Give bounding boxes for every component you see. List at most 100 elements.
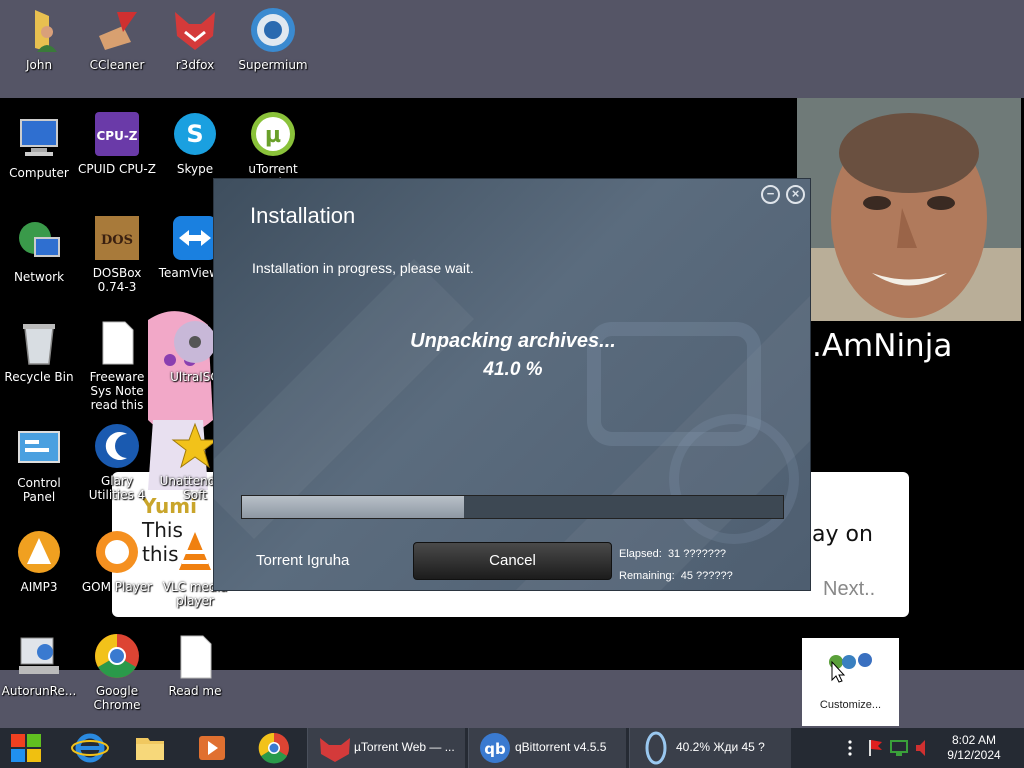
network-icon — [15, 218, 63, 266]
desktop-icon-aimp[interactable]: AIMP3 — [0, 528, 78, 594]
windows-logo-icon — [11, 734, 41, 762]
qbittorrent-icon: qb — [480, 733, 510, 763]
desktop-icon-label: Network — [13, 270, 65, 284]
user-folder-icon — [15, 6, 63, 54]
volume-icon — [916, 740, 925, 756]
show-hidden-icons-button[interactable] — [842, 728, 858, 768]
desktop-icon-recycle-bin[interactable]: Recycle Bin — [0, 318, 78, 384]
tray-volume[interactable] — [912, 728, 934, 768]
ultraiso-icon — [171, 318, 219, 366]
taskbar-pin-media[interactable] — [184, 728, 240, 768]
desktop-icon-gom[interactable]: GOM Player — [78, 528, 156, 594]
control-panel-icon — [15, 424, 63, 472]
r3dfox-icon — [320, 738, 350, 762]
desktop-icon-label: CPUID CPU-Z — [78, 162, 156, 176]
taskbar-task-utorrent[interactable]: µTorrent Web — ... — [307, 728, 465, 768]
next-button[interactable]: Next.. — [823, 578, 875, 601]
flag-icon — [869, 740, 882, 756]
svg-text:DOS: DOS — [101, 233, 133, 248]
taskbar-task-label: µTorrent Web — ... — [354, 740, 455, 754]
desktop-icon-network[interactable]: Network — [0, 218, 78, 284]
desktop-icon-label: Skype — [176, 162, 214, 176]
network-status-icon — [890, 740, 908, 756]
tray-network[interactable] — [888, 728, 910, 768]
desktop-icon-label: Freeware Sys Note read this — [89, 370, 145, 412]
desktop-icon-label: Google Chrome — [93, 684, 141, 712]
desktop-icon-label: Supermium — [238, 58, 308, 72]
taskbar-task-installer[interactable]: 40.2% Жди 45 ? — [629, 728, 791, 768]
taskbar-pin-explorer[interactable] — [122, 728, 178, 768]
taskbar-task-label: qBittorrent v4.5.5 — [515, 740, 607, 754]
more-icon — [848, 740, 852, 756]
computer-icon — [15, 114, 63, 162]
cancel-button[interactable]: Cancel — [413, 542, 612, 580]
start-button[interactable] — [0, 728, 54, 768]
svg-text:µ: µ — [265, 123, 281, 148]
installer-title: Installation — [250, 203, 356, 228]
desktop-icon-label: AutorunRe... — [1, 684, 77, 698]
desktop-icon-skype[interactable]: S Skype — [156, 110, 234, 176]
close-button[interactable]: × — [786, 185, 805, 204]
desktop-icon-r3dfox[interactable]: r3dfox — [156, 6, 234, 72]
desktop-icon-supermium[interactable]: Supermium — [234, 6, 312, 72]
taskbar-pin-chrome[interactable] — [246, 728, 302, 768]
desktop-icon-computer[interactable]: Computer — [0, 114, 78, 180]
installer-background-pattern — [214, 259, 810, 590]
progress-bar-fill — [242, 496, 464, 518]
dosbox-icon: DOS — [93, 214, 141, 262]
chrome-icon — [93, 632, 141, 680]
desktop-icon-label: CCleaner — [89, 58, 145, 72]
skype-icon: S — [171, 110, 219, 158]
desktop-icon-label: Control Panel — [17, 476, 61, 504]
cpuz-icon: CPU-Z — [93, 110, 141, 158]
desktop-icon-control-panel[interactable]: Control Panel — [0, 424, 78, 504]
document-icon — [93, 318, 141, 366]
tray-action-center[interactable] — [864, 728, 886, 768]
customize-link[interactable]: Customize... — [802, 699, 899, 711]
document-icon — [171, 632, 219, 680]
star-icon — [171, 422, 219, 470]
clock-time: 8:02 AM — [951, 733, 997, 747]
desktop-icon-label: Computer — [9, 166, 69, 180]
remaining-value: 45 ?????? — [680, 570, 733, 582]
recycle-bin-icon — [15, 318, 63, 366]
svg-text:CPU-Z: CPU-Z — [96, 129, 137, 143]
tray-overflow-icons — [829, 653, 872, 683]
taskbar-task-qbittorrent[interactable]: qb qBittorrent v4.5.5 — [468, 728, 626, 768]
desktop-icon-autorun[interactable]: AutorunRe... — [0, 632, 78, 698]
installer-window: Installation − × Installation in progres… — [213, 178, 811, 591]
internet-explorer-icon — [71, 733, 109, 763]
r3dfox-icon — [171, 6, 219, 54]
taskbar-pin-ie[interactable] — [62, 728, 118, 768]
svg-text:S: S — [186, 120, 203, 148]
system-clock[interactable]: 8:02 AM 9/12/2024 — [944, 733, 1004, 763]
profile-photo — [797, 98, 1021, 321]
taskbar: µTorrent Web — ... qb qBittorrent v4.5.5… — [0, 728, 1024, 768]
minimize-button[interactable]: − — [761, 185, 780, 204]
teamviewer-icon — [171, 214, 219, 262]
desktop-icon-label: John — [25, 58, 53, 72]
elapsed-value: 31 ??????? — [667, 548, 727, 560]
file-explorer-icon — [136, 738, 164, 760]
desktop-icon-label: Recycle Bin — [4, 370, 74, 384]
desktop-icon-chrome[interactable]: Google Chrome — [78, 632, 156, 712]
chrome-icon — [258, 732, 289, 764]
desktop-icon-dosbox[interactable]: DOS DOSBox 0.74-3 — [78, 214, 156, 294]
desktop-icon-label: r3dfox — [175, 58, 215, 72]
taskbar-task-label: 40.2% Жди 45 ? — [676, 740, 765, 754]
installer-status: Unpacking archives... — [410, 330, 616, 352]
desktop-icon-cpuz[interactable]: CPU-Z CPUID CPU-Z — [78, 110, 156, 176]
desktop-icon-glary[interactable]: Glary Utilities 4 — [78, 422, 156, 502]
supermium-icon — [249, 6, 297, 54]
progress-bar — [241, 495, 784, 519]
remaining-label: Remaining: — [619, 570, 675, 582]
desktop-icon-freeware-note[interactable]: Freeware Sys Note read this — [78, 318, 156, 412]
desktop-icon-label: AIMP3 — [20, 580, 58, 594]
desktop-icon-john[interactable]: John — [0, 6, 78, 72]
autorun-icon — [15, 632, 63, 680]
clock-date: 9/12/2024 — [947, 748, 1001, 762]
installer-brand: Torrent Igruha — [256, 552, 350, 569]
desktop-icon-read-me[interactable]: Read me — [156, 632, 234, 698]
ccleaner-icon — [93, 6, 141, 54]
desktop-icon-ccleaner[interactable]: CCleaner — [78, 6, 156, 72]
